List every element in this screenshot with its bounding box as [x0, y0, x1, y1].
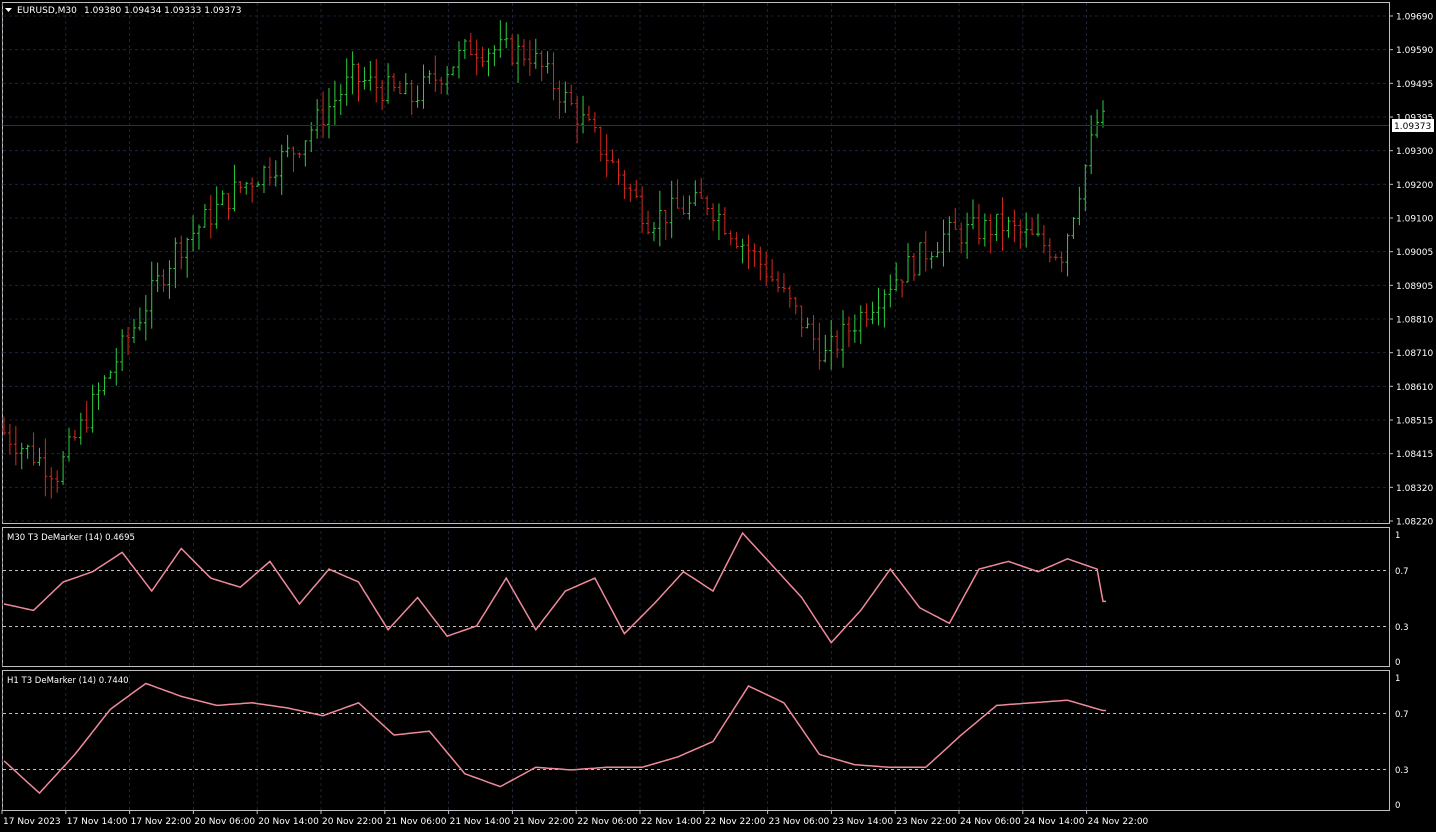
indicator-panel-1-title: M30 T3 DeMarker (14) 0.4695: [7, 533, 135, 543]
price-tick-label: 1.08515: [1396, 417, 1433, 427]
price-tick-label: 1.08415: [1396, 450, 1433, 460]
time-tick-label: 21 Nov 14:00: [450, 817, 511, 827]
time-tick-label: 24 Nov 14:00: [1024, 817, 1085, 827]
time-tick-label: 20 Nov 22:00: [322, 817, 383, 827]
price-tick-label: 1.08810: [1396, 316, 1433, 326]
time-axis: 17 Nov 2023 17 Nov 14:00 17 Nov 22:00 20 No…: [1, 810, 1149, 827]
indicator-1-axis-1: 1: [1395, 531, 1400, 541]
indicator-panel-2-title: H1 T3 DeMarker (14) 0.7440: [7, 676, 129, 686]
time-tick-label: 24 Nov 22:00: [1088, 817, 1149, 827]
ohlc-values: 1.09380 1.09434 1.09333 1.09373: [84, 6, 241, 16]
price-tick-label: 1.09590: [1396, 46, 1433, 56]
price-tick-label: 1.08220: [1396, 518, 1433, 528]
time-tick-label: 23 Nov 22:00: [896, 817, 957, 827]
symbol-label: EURUSD,M30: [17, 6, 77, 16]
time-tick-label: 17 Nov 22:00: [131, 817, 192, 827]
time-tick-label: 17 Nov 2023: [3, 817, 61, 827]
price-tick-label: 1.08905: [1396, 282, 1433, 292]
indicator-panel-2-frame[interactable]: [2, 670, 1390, 811]
price-tick-label: 1.09495: [1396, 80, 1433, 90]
time-tick-label: 20 Nov 06:00: [194, 817, 255, 827]
price-tick-label: 1.08610: [1396, 383, 1433, 393]
indicator-2-axis-03: 0.3: [1395, 766, 1409, 776]
time-tick-label: 22 Nov 06:00: [577, 817, 638, 827]
main-chart-frame[interactable]: [2, 2, 1390, 524]
time-tick-label: 23 Nov 14:00: [832, 817, 893, 827]
time-tick-label: 22 Nov 22:00: [705, 817, 766, 827]
indicator-2-axis-1: 1: [1395, 674, 1400, 684]
time-tick-label: 17 Nov 14:00: [67, 817, 128, 827]
time-tick-label: 24 Nov 06:00: [960, 817, 1021, 827]
price-tick-label: 1.08710: [1396, 349, 1433, 359]
indicator-1-axis-0: 0: [1395, 658, 1400, 668]
price-tick-label: 1.08320: [1396, 484, 1433, 494]
time-tick-label: 20 Nov 14:00: [258, 817, 319, 827]
trading-chart[interactable]: EURUSD,M30 1.09380 1.09434 1.09333 1.093…: [0, 0, 1436, 832]
price-tick-label: 1.09690: [1396, 13, 1433, 23]
indicator-1-axis-03: 0.3: [1395, 623, 1409, 633]
indicator-1-axis-07: 0.7: [1395, 567, 1409, 577]
time-tick-label: 21 Nov 22:00: [513, 817, 574, 827]
price-tick-label: 1.09200: [1396, 181, 1433, 191]
indicator-panel-1-frame[interactable]: [2, 527, 1390, 667]
time-tick-label: 21 Nov 06:00: [386, 817, 447, 827]
indicator-2-axis-0: 0: [1395, 801, 1400, 811]
indicator-2-axis-07: 0.7: [1395, 710, 1409, 720]
price-tick-label: 1.09100: [1396, 215, 1433, 225]
current-price-tag-label: 1.09373: [1394, 122, 1431, 132]
time-tick-label: 23 Nov 06:00: [769, 817, 830, 827]
price-axis: 1.096901.095901.094951.093951.093001.092…: [1389, 13, 1433, 528]
time-tick-label: 22 Nov 14:00: [641, 817, 702, 827]
price-tick-label: 1.09005: [1396, 248, 1433, 258]
price-tick-label: 1.09300: [1396, 147, 1433, 157]
